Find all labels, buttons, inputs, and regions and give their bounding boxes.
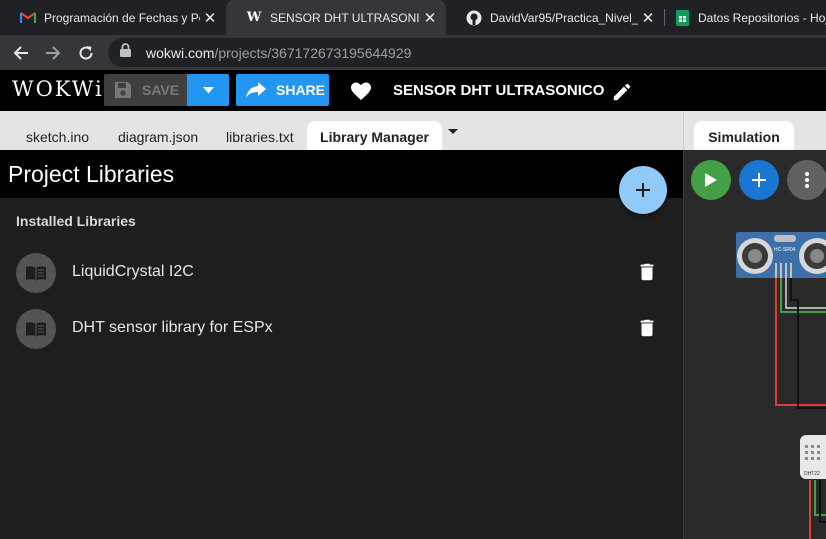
tab-libraries-txt[interactable]: libraries.txt [226,121,294,150]
book-icon [16,253,56,293]
tab-sketch-ino[interactable]: sketch.ino [26,121,89,150]
trash-icon[interactable] [636,261,658,283]
library-manager-panel: Project Libraries Installed Libraries Li… [0,150,683,539]
library-name: DHT sensor library for ESPx [72,319,273,336]
simulation-tab-bar: Simulation [683,111,826,150]
close-icon[interactable]: ✕ [200,9,220,27]
start-simulation-button[interactable] [691,160,731,200]
tab-simulation[interactable]: Simulation [694,121,794,150]
forward-icon[interactable] [40,40,66,66]
share-label: SHARE [276,82,326,98]
browser-tab-strip: Programación de Fechas y Po ✕ W SENSOR D… [0,0,826,35]
add-library-button[interactable] [619,166,667,214]
tab-menu-arrow-icon[interactable] [448,129,458,134]
github-icon [466,10,482,26]
lock-icon [120,43,138,62]
tab-library-manager[interactable]: Library Manager [307,121,442,150]
trash-icon[interactable] [636,317,658,339]
reload-icon[interactable] [73,40,99,66]
heart-icon[interactable] [349,79,373,103]
browser-tab-title: SENSOR DHT ULTRASONICO [270,10,420,25]
browser-tab-wokwi[interactable]: W SENSOR DHT ULTRASONICO ✕ [226,0,446,35]
screen: Programación de Fechas y Po ✕ W SENSOR D… [0,0,826,539]
book-icon [16,309,56,349]
more-vertical-icon [805,172,809,188]
wire-red[interactable] [775,278,826,406]
section-label: Installed Libraries [16,213,136,229]
library-list-item: LiquidCrystal I2C [0,245,683,301]
dht-label: DHT22 [804,471,820,477]
url-host: wokwi.com [146,44,215,61]
library-name: LiquidCrystal I2C [72,263,194,280]
save-label: SAVE [142,82,180,98]
library-list-item: DHT sensor library for ESPx [0,301,683,357]
simulation-canvas[interactable]: HC-SR04 DHT22 [684,150,826,539]
sheets-icon [674,9,690,26]
wokwi-icon: W [246,10,262,25]
url-text: wokwi.com/projects/367172673195644929 [146,45,411,61]
url-path: /projects/367172673195644929 [214,44,412,61]
simulation-panel: HC-SR04 DHT22 [683,150,826,539]
share-button[interactable]: SHARE [236,74,329,106]
chevron-down-icon [202,86,214,93]
gmail-icon [20,10,36,26]
panel-title: Project Libraries [8,161,175,187]
wire-green[interactable] [780,278,826,313]
app-header: WOKWi SAVE SHARE SENSOR DHT ULTRASONICO [0,70,826,111]
save-button[interactable]: SAVE [104,74,187,106]
address-bar[interactable]: wokwi.com/projects/367172673195644929 [108,38,826,67]
browser-toolbar: wokwi.com/projects/367172673195644929 [0,35,826,70]
pencil-icon[interactable] [611,81,633,103]
save-dropdown-button[interactable] [187,74,229,106]
browser-tab-github[interactable]: DavidVar95/Practica_Nivel_de ✕ [446,0,664,35]
close-icon[interactable]: ✕ [420,9,440,27]
more-options-button[interactable] [787,160,826,200]
plus-icon [636,183,650,197]
wire-black[interactable] [790,278,826,409]
sensor-label: HC-SR04 [774,247,796,253]
project-title[interactable]: SENSOR DHT ULTRASONICO [393,82,604,99]
browser-tab-title: Datos Repositorios - Hoj [698,10,826,25]
plus-icon [752,173,766,187]
wokwi-logo[interactable]: WOKWi [12,77,104,101]
browser-tab-sheets[interactable]: Datos Repositorios - Hoj [654,0,826,35]
add-part-button[interactable] [739,160,779,200]
back-icon[interactable] [8,40,34,66]
share-arrow-icon [246,82,266,98]
library-panel-header: Project Libraries [0,150,683,198]
browser-tab-title: Programación de Fechas y Po [44,10,200,25]
play-icon [705,173,717,187]
browser-tab-gmail[interactable]: Programación de Fechas y Po ✕ [0,0,226,35]
tab-diagram-json[interactable]: diagram.json [118,121,198,150]
ultrasonic-sensor[interactable]: HC-SR04 [736,232,826,278]
editor-tab-bar: sketch.ino diagram.json libraries.txt Li… [0,111,683,150]
floppy-icon [114,81,132,99]
browser-tab-title: DavidVar95/Practica_Nivel_de [490,10,638,25]
dht22-sensor[interactable]: DHT22 [800,435,826,479]
